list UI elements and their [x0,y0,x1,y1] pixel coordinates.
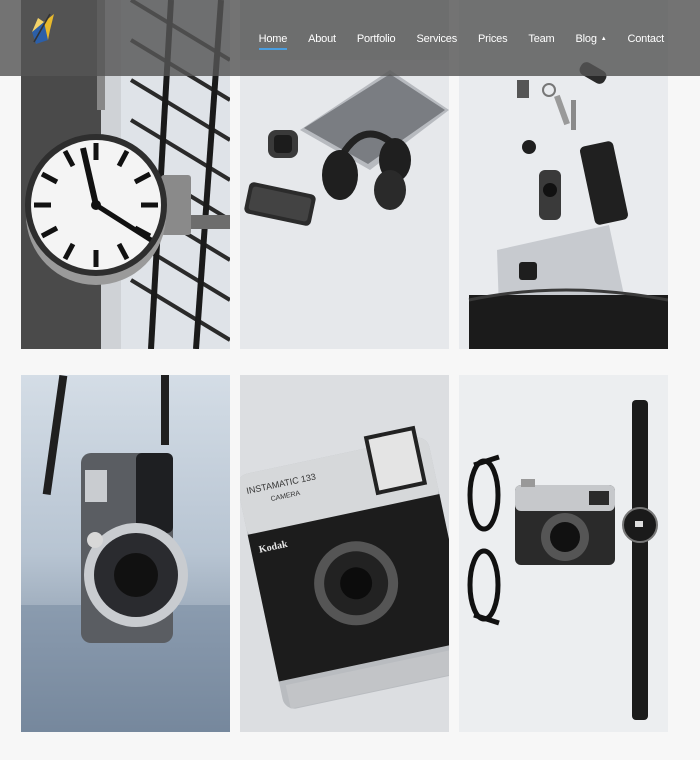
gallery-item-kodak[interactable]: INSTAMATIC 133 CAMERA Kodak [240,375,449,732]
gallery-item-glasses[interactable] [459,375,668,732]
glasses-camera-watch-image [459,375,668,732]
nav-team[interactable]: Team [528,33,554,45]
nav-services[interactable]: Services [416,33,457,45]
kodak-instamatic-image: INSTAMATIC 133 CAMERA Kodak [240,375,449,732]
gallery-item-instax[interactable] [21,375,230,732]
nav-about[interactable]: About [308,33,336,45]
brand-logo-icon[interactable] [28,10,58,48]
nav-contact[interactable]: Contact [627,33,664,45]
nav-blog[interactable]: Blog ▲ [576,33,607,45]
nav-portfolio[interactable]: Portfolio [357,33,396,45]
main-nav: Home About Portfolio Services Prices Tea… [238,33,664,50]
nav-home[interactable]: Home [258,33,287,50]
instax-camera-image [21,375,230,732]
nav-blog-label: Blog [575,33,597,45]
nav-prices[interactable]: Prices [478,33,508,45]
top-navbar: Home About Portfolio Services Prices Tea… [0,0,700,76]
caret-down-icon: ▲ [600,36,607,43]
